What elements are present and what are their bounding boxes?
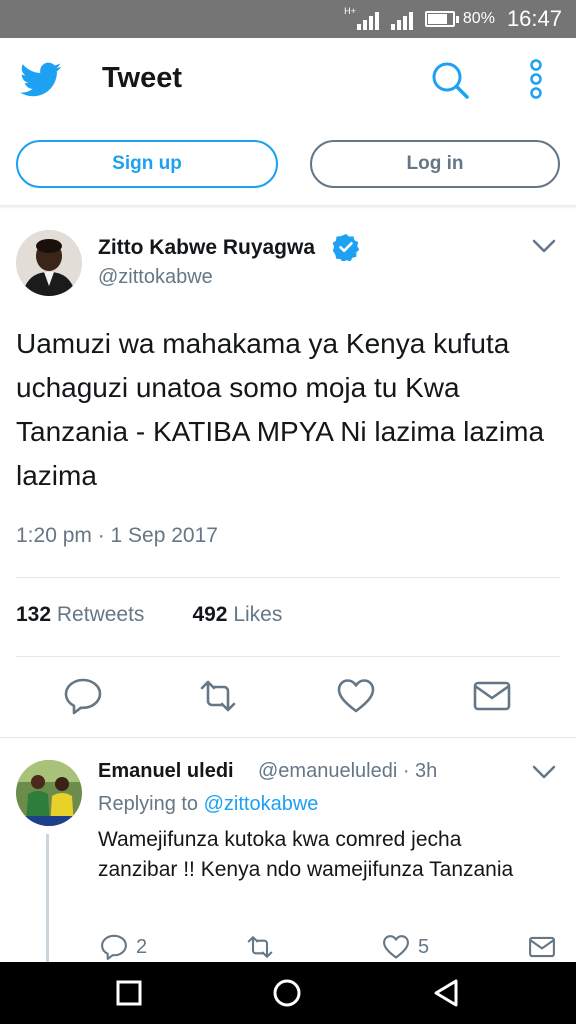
reply-author-handle[interactable]: @emanueluledi · 3h: [258, 760, 437, 783]
thread-line: [46, 834, 49, 966]
page-title: Tweet: [102, 62, 183, 94]
replying-to-link[interactable]: @zittokabwe: [204, 793, 319, 815]
author-handle[interactable]: @zittokabwe: [98, 266, 213, 289]
replying-to: Replying to @zittokabwe: [98, 793, 318, 816]
reply-retweet-action[interactable]: [246, 932, 274, 962]
battery-percent: 80%: [462, 10, 495, 27]
retweets-label: Retweets: [56, 603, 145, 626]
reply-avatar[interactable]: [16, 760, 82, 826]
reply-author-name[interactable]: Emanuel uledi: [98, 760, 234, 783]
header-divider: [0, 205, 576, 209]
like-heart-icon[interactable]: [336, 676, 376, 716]
divider: [16, 656, 560, 657]
reply-icon[interactable]: [63, 676, 103, 716]
recent-apps-icon[interactable]: [114, 978, 144, 1008]
reply-reply-action[interactable]: 2: [100, 932, 147, 962]
divider: [16, 577, 560, 578]
reply-like-action[interactable]: 5: [382, 932, 429, 962]
log-in-button[interactable]: Log in: [310, 140, 560, 188]
reply-icon: [101, 934, 127, 960]
like-heart-icon: [383, 935, 409, 959]
back-icon[interactable]: [432, 978, 462, 1008]
retweets-stat[interactable]: 132 Retweets: [16, 603, 144, 626]
sign-up-button[interactable]: Sign up: [16, 140, 278, 188]
status-bar: H+ 80% 16:47: [0, 0, 576, 38]
replying-prefix: Replying to: [98, 793, 199, 815]
tweet-timestamp: 1:20 pm · 1 Sep 2017: [16, 524, 218, 547]
retweet-icon: [247, 936, 273, 958]
retweet-icon[interactable]: [198, 676, 238, 716]
direct-message-icon[interactable]: [472, 676, 512, 716]
clock: 16:47: [506, 6, 562, 31]
auth-buttons: Sign up Log in: [16, 140, 560, 190]
signal-icon-2: [390, 8, 413, 30]
search-icon[interactable]: [430, 60, 470, 100]
chevron-down-icon[interactable]: [532, 238, 556, 254]
more-vertical-icon[interactable]: [522, 58, 550, 102]
reply-chevron-down-icon[interactable]: [532, 764, 556, 780]
app-header: Tweet: [0, 38, 576, 122]
like-count: 5: [418, 935, 430, 958]
system-nav-bar: [0, 962, 576, 1024]
battery-icon: [424, 11, 459, 27]
tweet-text: Uamuzi wa mahakama ya Kenya kufuta uchag…: [16, 328, 545, 491]
likes-stat[interactable]: 492 Likes: [192, 603, 282, 626]
likes-label: Likes: [233, 603, 283, 626]
direct-message-icon: [529, 936, 555, 958]
reply-count: 2: [136, 935, 148, 958]
reply-text: Wamejifunza kutoka kwa comred jecha zanz…: [98, 828, 514, 881]
retweets-count: 132: [16, 603, 52, 626]
author-avatar[interactable]: [16, 230, 82, 296]
likes-count: 492: [192, 603, 228, 626]
signal-icon: [356, 8, 379, 30]
verified-badge-icon: [332, 234, 360, 261]
author-name[interactable]: Zitto Kabwe Ruyagwa: [98, 236, 315, 260]
home-icon[interactable]: [272, 978, 302, 1008]
network-type-label: H+: [344, 6, 356, 16]
twitter-bird-icon[interactable]: [20, 62, 62, 98]
tweet-stats: 132 Retweets 492 Likes: [16, 603, 282, 627]
reply-message-action[interactable]: [528, 932, 556, 962]
section-divider: [0, 737, 576, 738]
